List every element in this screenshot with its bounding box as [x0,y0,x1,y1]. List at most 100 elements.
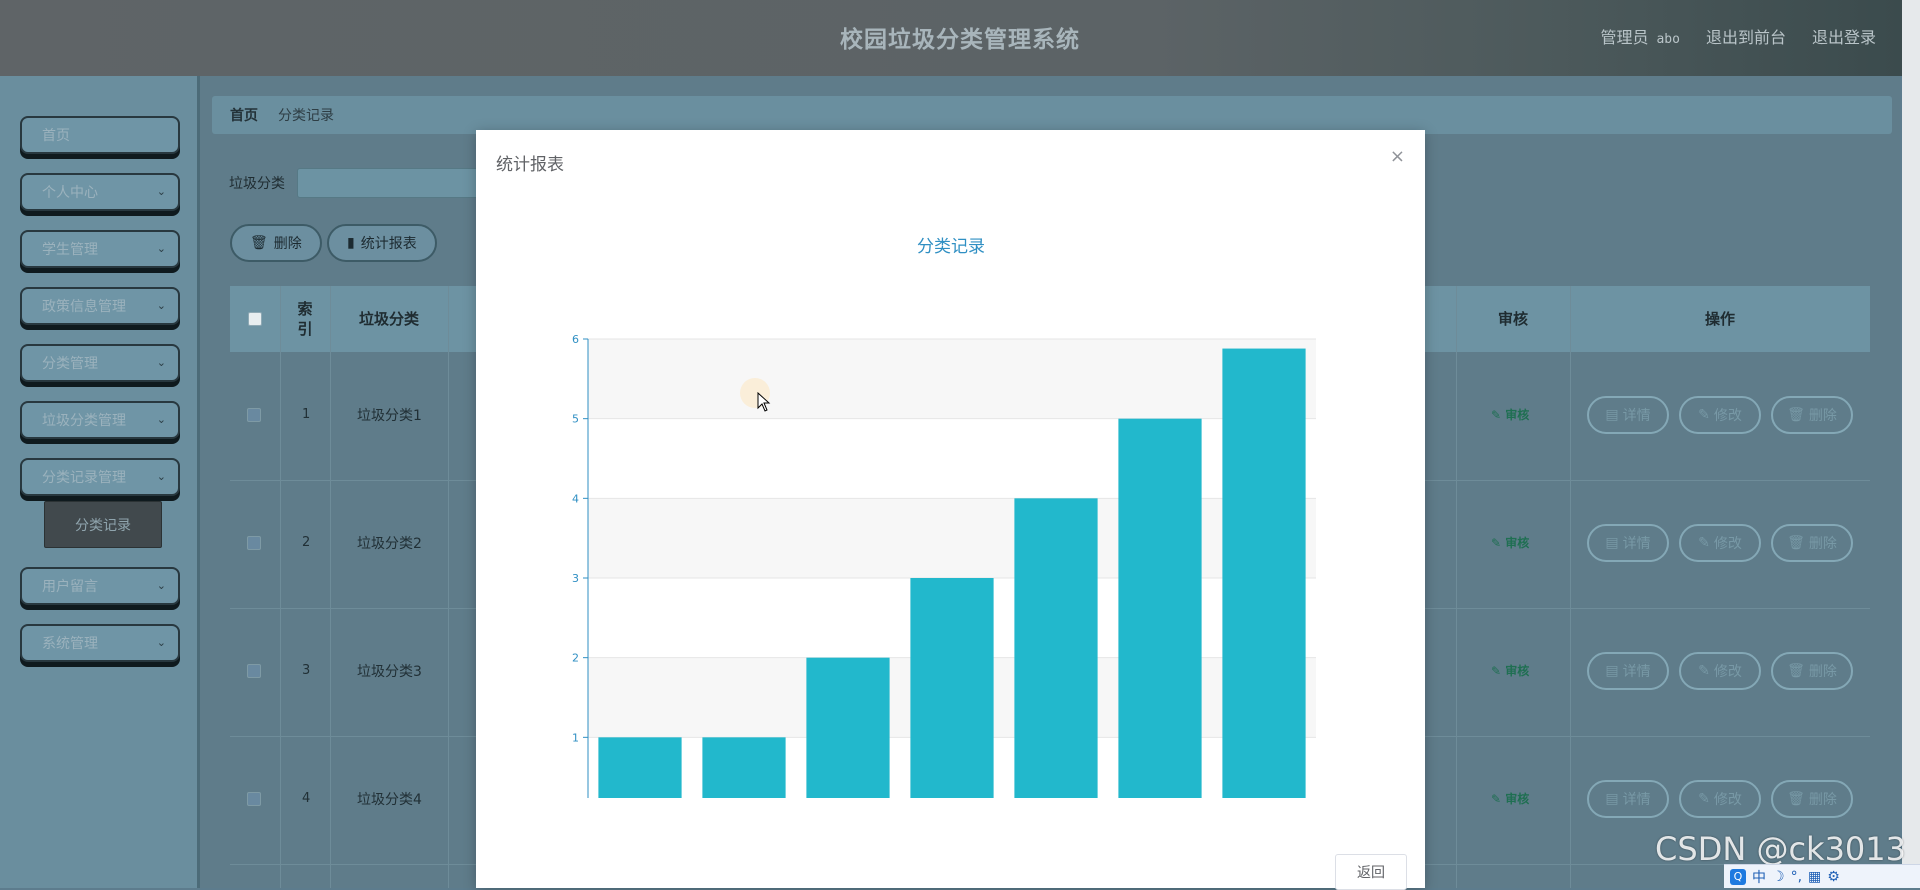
sidebar-item-policy[interactable]: 政策信息管理 ⌄ [20,287,180,325]
chevron-down-icon: ⌄ [156,185,166,198]
bar-chart-icon: ▮ [347,235,355,251]
bar [598,737,682,798]
row-index: 1 [302,407,311,422]
ime-indicator[interactable]: 中 [1752,867,1766,887]
search-label: 垃圾分类 [229,176,285,192]
y-tick-label: 5 [572,413,579,426]
bar [1014,498,1098,798]
settings-icon: ⚙ [1827,868,1840,885]
row-delete-button[interactable]: 🗑 删除 [1771,780,1853,818]
detail-button[interactable]: ▤ 详情 [1587,652,1669,690]
edit-button[interactable]: ✎ 修改 [1679,396,1761,434]
row-checkbox[interactable] [247,792,261,806]
chevron-down-icon: ⌄ [156,636,166,649]
scrollbar[interactable] [1902,0,1920,888]
system-tray: Q 中 ☽ °, ▦ ⚙ [1724,864,1920,888]
bar [702,737,786,798]
dialog-title: 统计报表 [496,155,564,175]
chevron-down-icon: ⌄ [156,356,166,369]
row-delete-button[interactable]: 🗑 删除 [1771,652,1853,690]
close-icon[interactable]: × [1390,146,1405,167]
sidebar-item-label: 首页 [42,128,70,144]
sidebar-item-profile[interactable]: 个人中心 ⌄ [20,173,180,211]
breadcrumb: 首页 分类记录 [212,96,1892,134]
audit-link[interactable]: ✎ 审核 [1491,406,1529,423]
bar [806,657,890,798]
sidebar-item-system[interactable]: 系统管理 ⌄ [20,624,180,662]
keyboard-icon: ▦ [1808,868,1822,885]
chevron-down-icon: ⌄ [156,470,166,483]
tray-app-icon[interactable]: Q [1730,868,1746,885]
admin-label: 管理员 [1600,28,1649,47]
breadcrumb-home[interactable]: 首页 [230,105,258,125]
row-checkbox[interactable] [247,536,261,550]
row-category: 垃圾分类4 [357,792,422,808]
sidebar: 首页 个人中心 ⌄ 学生管理 ⌄ 政策信息管理 ⌄ 分类管理 ⌄ 垃圾分类管理 ⌄ 分类记… [0,76,200,888]
chevron-down-icon: ⌄ [156,413,166,426]
row-checkbox[interactable] [247,408,261,422]
y-tick-label: 3 [572,572,579,585]
bar [910,578,994,798]
sidebar-item-category[interactable]: 分类管理 ⌄ [20,344,180,382]
sidebar-item-label: 个人中心 [42,185,98,201]
edit-button[interactable]: ✎ 修改 [1679,780,1761,818]
user-info: 管理员 abo [1600,24,1680,48]
detail-button[interactable]: ▤ 详情 [1587,524,1669,562]
row-category: 垃圾分类3 [357,664,422,680]
grid-band [588,418,1316,499]
sidebar-item-label: 分类管理 [42,356,98,372]
sidebar-subitem-records[interactable]: 分类记录 [44,501,162,548]
delete-button[interactable]: 🗑 删除 [230,224,322,262]
sidebar-item-label: 垃圾分类管理 [42,413,126,429]
detail-button[interactable]: ▤ 详情 [1587,780,1669,818]
chevron-down-icon: ⌄ [156,579,166,592]
chevron-down-icon: ⌄ [156,242,166,255]
edit-button[interactable]: ✎ 修改 [1679,652,1761,690]
sidebar-item-records[interactable]: 分类记录管理 ⌄ [20,458,180,496]
header-index: 索引 [297,300,313,338]
punctuation-icon: °, [1790,868,1803,885]
y-tick-label: 6 [572,333,579,346]
sidebar-item-label: 用户留言 [42,579,98,595]
report-button[interactable]: ▮ 统计报表 [327,224,437,262]
sidebar-item-label: 政策信息管理 [42,299,126,315]
audit-link[interactable]: ✎ 审核 [1491,662,1529,679]
moon-icon: ☽ [1772,868,1785,885]
breadcrumb-current: 分类记录 [278,108,334,124]
detail-button[interactable]: ▤ 详情 [1587,396,1669,434]
sidebar-item-messages[interactable]: 用户留言 ⌄ [20,567,180,605]
row-checkbox[interactable] [247,664,261,678]
sidebar-item-students[interactable]: 学生管理 ⌄ [20,230,180,268]
audit-link[interactable]: ✎ 审核 [1491,534,1529,551]
sidebar-item-label: 系统管理 [42,636,98,652]
chevron-down-icon: ⌄ [156,299,166,312]
username: abo [1656,32,1680,47]
logout-link[interactable]: 退出登录 [1812,24,1876,48]
sidebar-item-home[interactable]: 首页 [20,116,180,154]
edit-button[interactable]: ✎ 修改 [1679,524,1761,562]
y-tick-label: 4 [572,492,579,505]
report-dialog: 统计报表 × 分类记录0123456AA垃圾分类1垃圾分类2垃圾分类3垃圾分类4… [476,130,1425,890]
audit-link[interactable]: ✎ 审核 [1491,790,1529,807]
row-index: 4 [302,791,311,806]
y-tick-label: 2 [572,652,579,665]
select-all-checkbox[interactable] [230,286,280,352]
y-tick-label: 1 [572,731,579,744]
sidebar-item-garbage[interactable]: 垃圾分类管理 ⌄ [20,401,180,439]
row-index: 2 [302,535,311,550]
header-actions: 操作 [1704,310,1735,328]
row-index: 3 [302,663,311,678]
row-delete-button[interactable]: 🗑 删除 [1771,396,1853,434]
back-button[interactable]: 返回 [1335,854,1407,890]
header-actions: 管理员 abo 退出到前台 退出登录 [1600,24,1876,48]
row-category: 垃圾分类2 [357,536,422,552]
row-delete-button[interactable]: 🗑 删除 [1771,524,1853,562]
mouse-cursor-icon [757,392,771,412]
bar [1222,348,1306,798]
report-button-label: 统计报表 [360,236,417,252]
sidebar-item-label: 分类记录管理 [42,470,126,486]
watermark: CSDN @ck3013 [1655,830,1906,868]
header-audit: 审核 [1497,310,1528,328]
delete-button-label: 删除 [273,236,302,252]
front-link[interactable]: 退出到前台 [1706,24,1786,48]
